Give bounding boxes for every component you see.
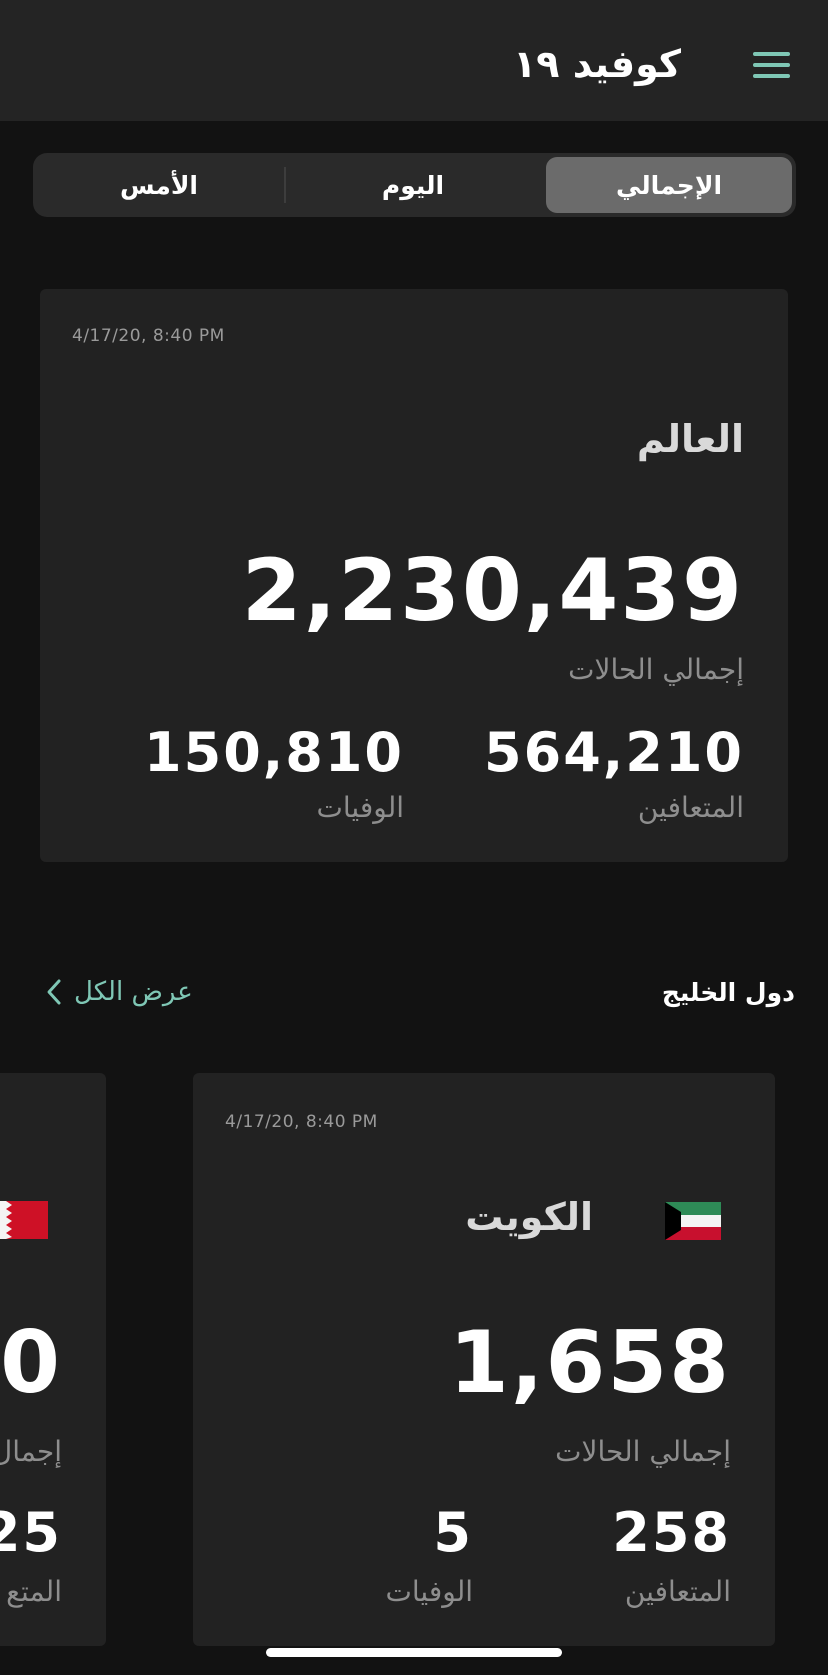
world-total-cases-label: إجمالي الحالات [568,653,744,686]
kuwait-timestamp: 4/17/20, 8:40 PM [225,1112,378,1132]
tab-yesterday[interactable]: الأمس [37,157,281,213]
kuwait-title: الكويت [465,1195,593,1239]
kuwait-recovered-label: المتعافين [624,1575,731,1608]
app-screen: كوفيد ١٩ الإجمالي اليوم الأمس 4/17/20, 8… [0,0,828,1675]
bahrain-recovered-partial: 25 [0,1501,62,1564]
kuwait-total-cases-label: إجمالي الحالات [555,1435,731,1468]
kuwait-total-cases: 1,658 [448,1313,731,1413]
kuwait-deaths: 5 [433,1501,473,1564]
bahrain-total-cases-label-partial: إجمال [0,1435,62,1468]
home-indicator[interactable] [266,1648,562,1657]
view-all-label: عرض الكل [74,977,193,1007]
kuwait-deaths-label: الوفيات [385,1575,474,1608]
period-segmented-control: الإجمالي اليوم الأمس [33,153,796,217]
gulf-section-title: دول الخليج [661,978,795,1007]
bahrain-flag-icon [0,1201,48,1239]
world-title: العالم [636,417,744,461]
tab-total[interactable]: الإجمالي [546,157,792,213]
world-total-cases: 2,230,439 [241,541,744,641]
hamburger-menu-icon[interactable] [753,52,790,78]
world-recovered: 564,210 [484,721,744,784]
chevron-left-icon [47,979,61,1005]
world-deaths: 150,810 [144,721,404,784]
tab-today[interactable]: اليوم [288,157,538,213]
world-recovered-label: المتعافين [637,791,744,824]
world-stats-card[interactable]: 4/17/20, 8:40 PM العالم 2,230,439 إجمالي… [40,289,788,862]
world-deaths-label: الوفيات [316,791,405,824]
tab-divider [284,167,286,203]
kuwait-flag-icon [665,1202,721,1240]
bahrain-total-cases-partial: 40 [0,1313,62,1413]
world-timestamp: 4/17/20, 8:40 PM [72,326,225,346]
bahrain-recovered-label-partial: المتع [6,1575,62,1608]
app-title: كوفيد ١٩ [513,42,681,86]
kuwait-recovered: 258 [612,1501,731,1564]
view-all-link[interactable]: عرض الكل [44,972,193,1012]
country-card-bahrain[interactable]: 40 إجمال 25 المتع [0,1073,106,1646]
country-card-kuwait[interactable]: 4/17/20, 8:40 PM الكويت 1,658 إجمالي الح… [193,1073,775,1646]
app-header: كوفيد ١٩ [0,0,828,121]
